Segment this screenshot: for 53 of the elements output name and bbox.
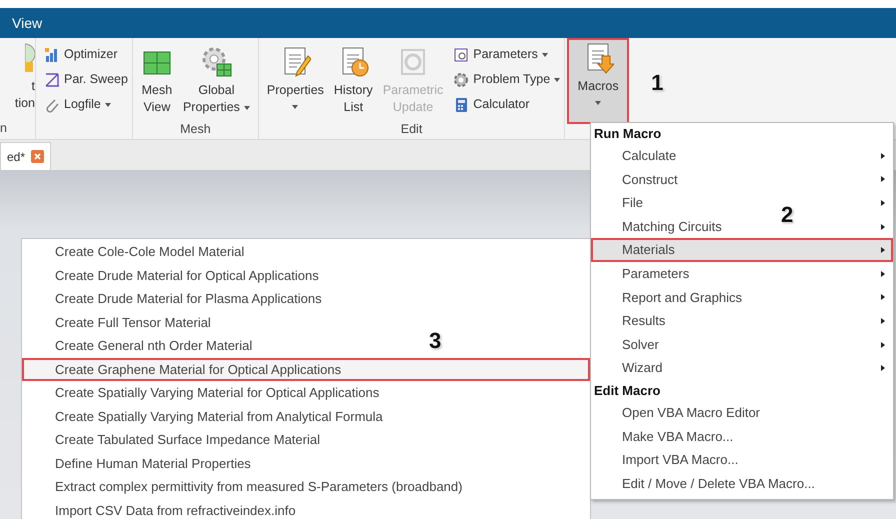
sweep-icon bbox=[44, 72, 60, 88]
menu-item[interactable]: Import VBA Macro... bbox=[622, 450, 738, 470]
menu-section-header: Edit Macro bbox=[593, 382, 662, 400]
par-sweep-button[interactable]: Par. Sweep bbox=[44, 69, 128, 90]
menu-item[interactable]: Create Cole-Cole Model Material bbox=[55, 244, 244, 259]
calculator-button[interactable]: Calculator bbox=[453, 94, 560, 115]
menu-item[interactable]: Calculate bbox=[622, 146, 676, 166]
group-label: n bbox=[0, 121, 7, 135]
parameters-button[interactable]: Parameters bbox=[453, 44, 560, 65]
close-icon bbox=[31, 150, 44, 163]
group-label: Edit bbox=[400, 122, 422, 136]
menu-item[interactable]: Edit / Move / Delete VBA Macro... bbox=[622, 474, 815, 494]
logfile-button[interactable]: Logfile bbox=[44, 94, 128, 115]
calculator-icon bbox=[453, 96, 470, 112]
menu-item[interactable]: Extract complex permittivity from measured S-Parameters (broadband) bbox=[55, 479, 462, 494]
menu-item[interactable]: Create Spatially Varying Material for Optical Applications bbox=[55, 385, 380, 400]
callout-number: 2 bbox=[781, 204, 794, 226]
problem-type-button[interactable]: Problem Type bbox=[453, 69, 560, 90]
menu-item[interactable]: Import CSV Data from refractiveindex.info bbox=[55, 502, 296, 518]
menu-item[interactable]: Create Spatially Varying Material from Analytical Formula bbox=[55, 408, 383, 424]
menu-item[interactable]: Results bbox=[622, 311, 666, 331]
menu-item[interactable]: Create General nth Order Material bbox=[55, 338, 252, 353]
menu-section-header: Run Macro bbox=[593, 125, 662, 143]
optimizer-button[interactable]: Optimizer bbox=[44, 44, 128, 65]
menu-item[interactable]: Open VBA Macro Editor bbox=[622, 402, 760, 422]
global-properties-button[interactable]: Global Properties bbox=[178, 42, 254, 120]
menu-item[interactable]: Create Drude Material for Optical Applications bbox=[55, 268, 319, 282]
ribbon-button[interactable]: t tion bbox=[14, 42, 35, 112]
menu-item[interactable]: Make VBA Macro... bbox=[622, 426, 734, 446]
history-list-button[interactable]: History List bbox=[330, 42, 377, 120]
callout-number: 1 bbox=[651, 72, 664, 94]
menu-item[interactable]: Create Drude Material for Plasma Applications bbox=[55, 291, 322, 306]
menu-item[interactable]: Define Human Material Properties bbox=[55, 456, 251, 470]
callout-number: 3 bbox=[429, 330, 442, 352]
menu-item[interactable]: Create Tabulated Surface Impedance Material bbox=[55, 432, 320, 447]
menu-item[interactable]: Report and Graphics bbox=[622, 288, 742, 308]
menu-item[interactable]: Solver bbox=[622, 334, 659, 354]
parameters-icon bbox=[453, 46, 470, 62]
menu-item[interactable]: File bbox=[622, 193, 643, 213]
gear-icon bbox=[453, 72, 470, 88]
menu-item[interactable]: Wizard bbox=[622, 358, 662, 378]
mesh-view-button[interactable]: Mesh View bbox=[136, 42, 177, 120]
menu-item[interactable]: Create Full Tensor Material bbox=[55, 314, 211, 330]
menu-item[interactable]: Matching Circuits bbox=[622, 216, 722, 236]
group-label: Mesh bbox=[180, 122, 211, 136]
gear-mesh-icon bbox=[200, 46, 232, 78]
menu-item[interactable]: Construct bbox=[622, 170, 678, 190]
paperclip-icon bbox=[44, 96, 60, 112]
menu-item[interactable]: Parameters bbox=[622, 264, 690, 284]
bar-chart-icon bbox=[44, 46, 60, 62]
window-title: View bbox=[12, 15, 42, 31]
properties-button[interactable]: Properties bbox=[262, 42, 328, 113]
document-tab[interactable]: ed* bbox=[0, 142, 52, 170]
